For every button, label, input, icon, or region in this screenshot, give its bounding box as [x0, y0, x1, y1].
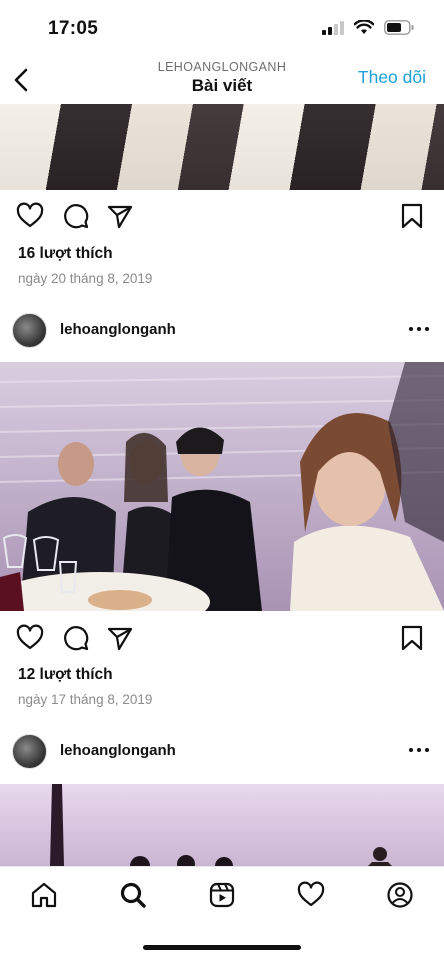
reels-icon[interactable] — [208, 881, 236, 909]
status-time: 17:05 — [48, 18, 99, 39]
post-header: lehoanglonganh — [0, 730, 444, 774]
post-date: ngày 17 tháng 8, 2019 — [18, 692, 153, 707]
like-count[interactable]: 16 lượt thích — [18, 245, 113, 263]
post-username[interactable]: lehoanglonganh — [60, 742, 176, 759]
post-username[interactable]: lehoanglonganh — [60, 321, 176, 338]
home-indicator[interactable] — [143, 945, 301, 950]
follow-button[interactable]: Theo dõi — [358, 67, 426, 88]
heart-icon[interactable] — [16, 202, 44, 230]
post-image[interactable] — [0, 104, 444, 190]
bottom-nav — [0, 866, 444, 960]
post-actions — [0, 620, 444, 656]
activity-heart-icon[interactable] — [297, 881, 325, 909]
comment-icon[interactable] — [62, 202, 90, 230]
profile-icon[interactable] — [386, 881, 414, 909]
more-icon[interactable] — [408, 740, 430, 760]
status-icons — [322, 20, 414, 35]
wifi-icon — [354, 20, 374, 34]
send-icon[interactable] — [106, 202, 134, 230]
heart-icon[interactable] — [16, 624, 44, 652]
more-icon[interactable] — [408, 319, 430, 339]
battery-icon — [384, 20, 414, 35]
avatar[interactable] — [12, 734, 47, 769]
post-date: ngày 20 tháng 8, 2019 — [18, 271, 153, 286]
send-icon[interactable] — [106, 624, 134, 652]
post-actions — [0, 198, 444, 234]
avatar[interactable] — [12, 313, 47, 348]
group-photo-illustration — [0, 362, 444, 611]
status-bar: 17:05 — [0, 0, 444, 56]
home-icon[interactable] — [30, 881, 58, 909]
search-icon[interactable] — [119, 881, 147, 909]
post-image[interactable] — [0, 362, 444, 611]
bookmark-icon[interactable] — [398, 624, 426, 652]
top-header: LEHOANGLONGANH Bài viết Theo dõi — [0, 56, 444, 104]
post-image[interactable] — [0, 784, 444, 866]
like-count[interactable]: 12 lượt thích — [18, 666, 113, 684]
signal-icon — [322, 20, 344, 35]
post-header: lehoanglonganh — [0, 309, 444, 353]
bookmark-icon[interactable] — [398, 202, 426, 230]
comment-icon[interactable] — [62, 624, 90, 652]
event-photo-illustration — [50, 784, 392, 866]
